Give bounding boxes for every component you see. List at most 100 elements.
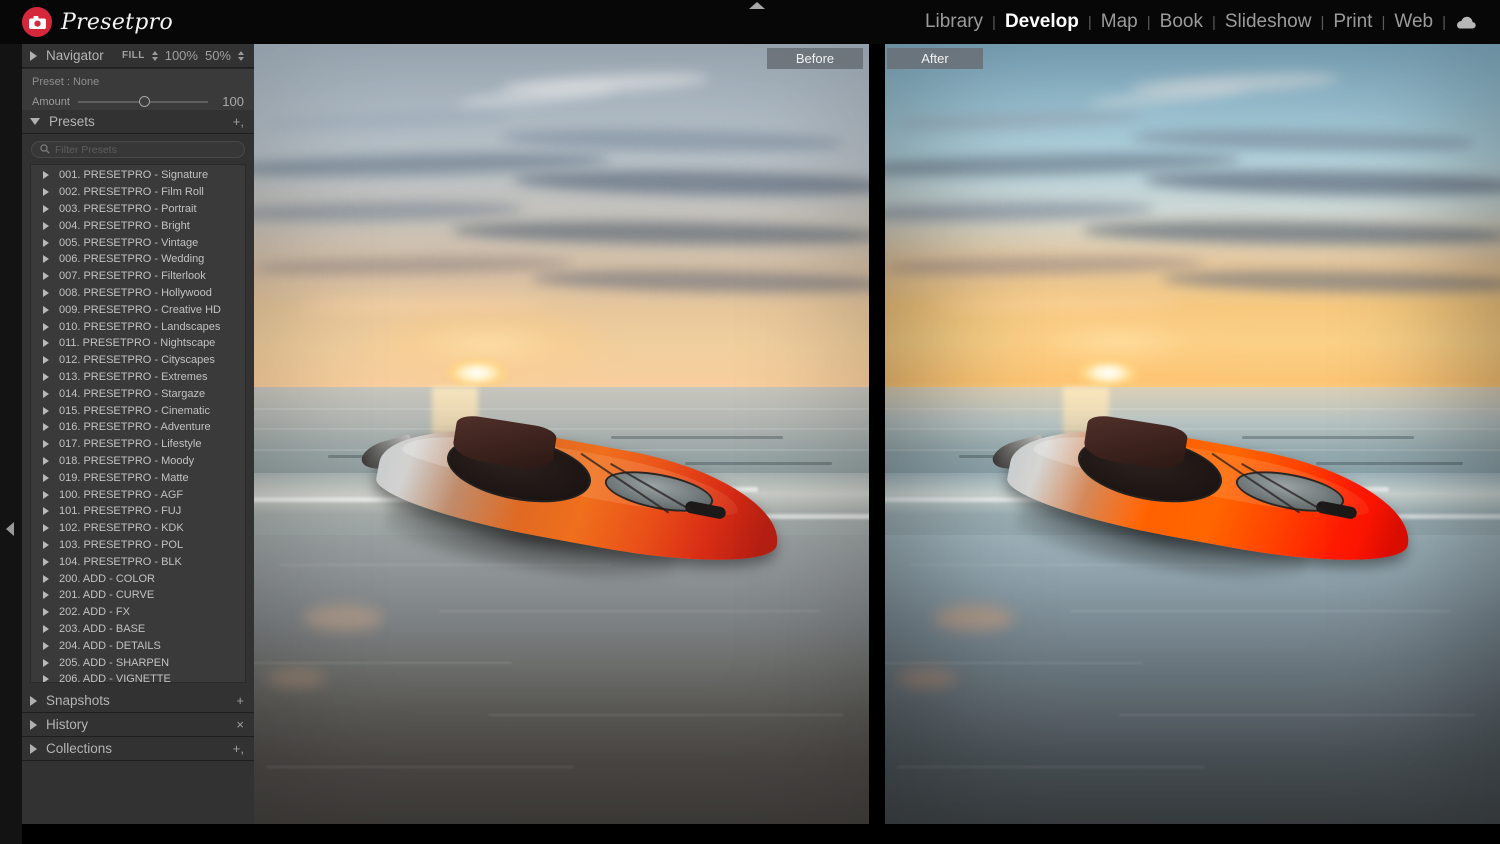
preset-item[interactable]: 002. PRESETPRO - Film Roll [31,184,245,201]
preset-item[interactable]: 003. PRESETPRO - Portrait [31,201,245,218]
panel-header-navigator[interactable]: Navigator FILL 100% 50% [22,44,254,68]
chevron-right-icon [30,719,37,730]
preset-item[interactable]: 101. PRESETPRO - FUJ [31,503,245,520]
preset-item[interactable]: 018. PRESETPRO - Moody [31,453,245,470]
panel-header-presets[interactable]: Presets +, [22,110,254,134]
pane-divider[interactable] [869,44,885,824]
preset-item-label: 012. PRESETPRO - Cityscapes [59,354,215,367]
preset-item[interactable]: 204. ADD - DETAILS [31,637,245,654]
preset-item[interactable]: 014. PRESETPRO - Stargaze [31,385,245,402]
preset-item[interactable]: 103. PRESETPRO - POL [31,537,245,554]
preset-item[interactable]: 009. PRESETPRO - Creative HD [31,301,245,318]
preset-item[interactable]: 015. PRESETPRO - Cinematic [31,402,245,419]
preset-item[interactable]: 004. PRESETPRO - Bright [31,217,245,234]
preset-item-label: 203. ADD - BASE [59,622,146,635]
module-slideshow[interactable]: Slideshow [1216,11,1321,33]
preset-item[interactable]: 019. PRESETPRO - Matte [31,469,245,486]
preset-item[interactable]: 206. ADD - VIGNETTE [31,671,245,683]
before-photo [254,44,869,824]
presets-list[interactable]: 001. PRESETPRO - Signature 002. PRESETPRO… [30,164,246,683]
chevron-right-icon [43,423,49,432]
chevron-right-icon [43,272,49,281]
snapshots-title: Snapshots [46,693,110,708]
zoom-100-button[interactable]: 100% [165,48,198,63]
cloud-icon[interactable] [1446,16,1482,29]
preset-item-label: 010. PRESETPRO - Landscapes [59,320,221,333]
chevron-right-icon [43,490,49,499]
brand-logo-group[interactable]: Presetpro [0,7,173,37]
module-map[interactable]: Map [1092,11,1147,33]
chevron-right-icon [43,389,49,398]
filter-presets-wrap: Filter Presets [22,134,254,164]
preset-item[interactable]: 006. PRESETPRO - Wedding [31,251,245,268]
zoom-fill-button[interactable]: FILL [122,50,145,61]
panel-header-history[interactable]: History × [22,713,254,737]
preset-item[interactable]: 005. PRESETPRO - Vintage [31,234,245,251]
preset-item[interactable]: 001. PRESETPRO - Signature [31,167,245,184]
preset-item[interactable]: 013. PRESETPRO - Extremes [31,369,245,386]
zoom-custom-stepper-icon[interactable] [238,50,244,61]
after-label: After [887,48,983,69]
preset-item-label: 014. PRESETPRO - Stargaze [59,387,206,400]
chevron-right-icon [43,624,49,633]
after-pane[interactable]: After [885,44,1500,824]
panel-header-collections[interactable]: Collections +, [22,737,254,761]
preset-item[interactable]: 104. PRESETPRO - BLK [31,553,245,570]
preset-item-label: 104. PRESETPRO - BLK [59,555,182,568]
clear-history-icon[interactable]: × [236,717,244,732]
preset-item-label: 102. PRESETPRO - KDK [59,522,184,535]
preset-item[interactable]: 017. PRESETPRO - Lifestyle [31,436,245,453]
chevron-right-icon [43,658,49,667]
chevron-right-icon [43,557,49,566]
preset-item[interactable]: 205. ADD - SHARPEN [31,654,245,671]
add-snapshot-icon[interactable]: + [236,694,244,707]
add-preset-icon[interactable]: +, [233,115,244,128]
preset-item-label: 019. PRESETPRO - Matte [59,471,189,484]
left-gutter [0,44,22,844]
before-label: Before [767,48,863,69]
amount-value[interactable]: 100 [216,94,244,109]
filter-presets-field[interactable]: Filter Presets [31,141,245,158]
preset-item[interactable]: 008. PRESETPRO - Hollywood [31,285,245,302]
preset-item[interactable]: 011. PRESETPRO - Nightscape [31,335,245,352]
preset-item[interactable]: 012. PRESETPRO - Cityscapes [31,352,245,369]
add-collection-icon[interactable]: +, [233,742,244,755]
module-picker: Library | Develop | Map | Book | Slidesh… [916,0,1482,44]
preset-item-label: 202. ADD - FX [59,606,130,619]
zoom-fill-stepper-icon[interactable] [151,50,158,61]
preset-item[interactable]: 016. PRESETPRO - Adventure [31,419,245,436]
preset-item-label: 018. PRESETPRO - Moody [59,454,195,467]
current-preset-label: Preset : None [32,76,100,88]
chevron-right-icon [43,591,49,600]
preset-item[interactable]: 203. ADD - BASE [31,621,245,638]
preset-item[interactable]: 007. PRESETPRO - Filterlook [31,268,245,285]
zoom-50-button[interactable]: 50% [205,48,231,63]
amount-row: Amount 100 [32,94,244,109]
module-library[interactable]: Library [916,11,992,33]
bottom-panels: Snapshots + History × Collections +, [22,689,254,761]
left-panel-collapse-arrow[interactable] [6,522,14,536]
chevron-right-icon [43,339,49,348]
navigator-preview: Preset : None Amount 100 [22,68,254,110]
preset-item[interactable]: 010. PRESETPRO - Landscapes [31,318,245,335]
chevron-right-icon [43,221,49,230]
module-print[interactable]: Print [1324,11,1381,33]
amount-label: Amount [32,95,70,108]
chevron-right-icon [43,372,49,381]
module-develop[interactable]: Develop [996,11,1088,33]
preset-item[interactable]: 100. PRESETPRO - AGF [31,486,245,503]
preset-item-label: 206. ADD - VIGNETTE [59,673,171,683]
amount-slider[interactable] [77,95,208,107]
module-book[interactable]: Book [1151,11,1212,33]
preset-item-label: 016. PRESETPRO - Adventure [59,421,211,434]
module-web[interactable]: Web [1385,11,1442,33]
preset-item-label: 017. PRESETPRO - Lifestyle [59,438,202,451]
preset-item[interactable]: 102. PRESETPRO - KDK [31,520,245,537]
amount-slider-handle[interactable] [139,95,151,107]
preset-item[interactable]: 200. ADD - COLOR [31,570,245,587]
preset-item[interactable]: 202. ADD - FX [31,604,245,621]
before-pane[interactable]: Before [254,44,869,824]
top-panel-collapse-arrow[interactable] [749,2,765,9]
panel-header-snapshots[interactable]: Snapshots + [22,689,254,713]
preset-item[interactable]: 201. ADD - CURVE [31,587,245,604]
